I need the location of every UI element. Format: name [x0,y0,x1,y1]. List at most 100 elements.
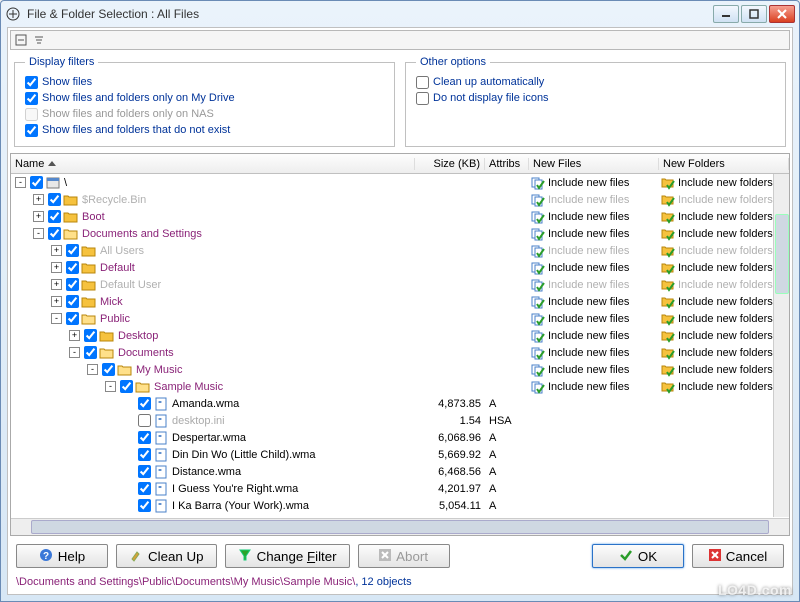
tree-body[interactable]: -\Include new filesInclude new folders+$… [11,174,789,518]
tree-row[interactable]: Distance.wma6,468.56A [11,463,789,480]
tree-row[interactable]: Din Din Wo (Little Child).wma5,669.92A [11,446,789,463]
newfolders-cell[interactable]: Include new folders [659,244,789,258]
tree-row[interactable]: +BootInclude new filesInclude new folder… [11,208,789,225]
scrollbar-horizontal[interactable] [11,518,789,535]
tree-row[interactable]: +All UsersInclude new filesInclude new f… [11,242,789,259]
tree-row[interactable]: -\Include new filesInclude new folders [11,174,789,191]
tree-row[interactable]: +$Recycle.BinInclude new filesInclude ne… [11,191,789,208]
tree-row[interactable]: -PublicInclude new filesInclude new fold… [11,310,789,327]
select-checkbox[interactable] [102,363,115,376]
expander-icon[interactable]: + [51,296,62,307]
expander-icon[interactable]: + [51,245,62,256]
newfolders-cell[interactable]: Include new folders [659,312,789,326]
show-files-checkbox[interactable]: Show files [25,74,384,90]
expander-icon[interactable]: - [51,313,62,324]
close-button[interactable] [769,5,795,23]
tree-row[interactable]: -DocumentsInclude new filesInclude new f… [11,344,789,361]
select-checkbox[interactable] [120,380,133,393]
newfiles-cell[interactable]: Include new files [529,363,659,377]
col-newfiles[interactable]: New Files [529,158,659,170]
expander-icon[interactable]: + [51,262,62,273]
filter-toggle-icon[interactable] [33,34,45,46]
newfolders-cell[interactable]: Include new folders [659,176,789,190]
expander-icon[interactable]: - [33,228,44,239]
show-mydrive-checkbox[interactable]: Show files and folders only on My Drive [25,90,384,106]
tree-row[interactable]: +MickInclude new filesInclude new folder… [11,293,789,310]
tree-row[interactable]: -Sample MusicInclude new filesInclude ne… [11,378,789,395]
tree-row[interactable]: +DesktopInclude new filesInclude new fol… [11,327,789,344]
newfiles-cell[interactable]: Include new files [529,329,659,343]
newfiles-cell[interactable]: Include new files [529,227,659,241]
ok-button[interactable]: OK [592,544,684,568]
select-checkbox[interactable] [84,329,97,342]
newfolders-cell[interactable]: Include new folders [659,261,789,275]
change-filter-button[interactable]: Change Filter [225,544,350,568]
cancel-button[interactable]: Cancel [692,544,784,568]
tree-row[interactable]: -My MusicInclude new filesInclude new fo… [11,361,789,378]
collapse-all-icon[interactable] [15,34,27,46]
newfiles-cell[interactable]: Include new files [529,380,659,394]
newfolders-cell[interactable]: Include new folders [659,346,789,360]
tree-row[interactable]: I Guess You're Right.wma4,201.97A [11,480,789,497]
expander-icon[interactable]: - [87,364,98,375]
select-checkbox[interactable] [66,244,79,257]
select-checkbox[interactable] [138,482,151,495]
newfiles-cell[interactable]: Include new files [529,176,659,190]
select-checkbox[interactable] [48,210,61,223]
cleanup-button[interactable]: Clean Up [116,544,217,568]
expander-icon[interactable]: - [15,177,26,188]
scrollbar-vertical[interactable] [773,174,789,517]
select-checkbox[interactable] [138,465,151,478]
newfolders-cell[interactable]: Include new folders [659,363,789,377]
select-checkbox[interactable] [48,193,61,206]
select-checkbox[interactable] [66,261,79,274]
select-checkbox[interactable] [66,295,79,308]
help-button[interactable]: ?Help [16,544,108,568]
newfolders-cell[interactable]: Include new folders [659,380,789,394]
select-checkbox[interactable] [138,414,151,427]
cleanup-auto-checkbox[interactable]: Clean up automatically [416,74,775,90]
select-checkbox[interactable] [66,278,79,291]
newfiles-cell[interactable]: Include new files [529,261,659,275]
col-name[interactable]: Name [11,158,415,170]
col-size[interactable]: Size (KB) [415,158,485,170]
newfiles-cell[interactable]: Include new files [529,295,659,309]
expander-icon[interactable]: + [51,279,62,290]
tree-row[interactable]: I Ka Barra (Your Work).wma5,054.11A [11,497,789,514]
select-checkbox[interactable] [48,227,61,240]
select-checkbox[interactable] [138,448,151,461]
col-newfolders[interactable]: New Folders [659,158,789,170]
scrollbar-hthumb[interactable] [31,520,769,534]
tree-row[interactable]: -Documents and SettingsInclude new files… [11,225,789,242]
scrollbar-thumb[interactable] [775,214,789,294]
newfiles-cell[interactable]: Include new files [529,312,659,326]
newfolders-cell[interactable]: Include new folders [659,193,789,207]
col-attribs[interactable]: Attribs [485,158,529,170]
newfolders-cell[interactable]: Include new folders [659,210,789,224]
maximize-button[interactable] [741,5,767,23]
expander-icon[interactable]: + [33,211,44,222]
tree-row[interactable]: +Default UserInclude new filesInclude ne… [11,276,789,293]
newfiles-cell[interactable]: Include new files [529,346,659,360]
newfiles-cell[interactable]: Include new files [529,278,659,292]
tree-row[interactable]: desktop.ini1.54HSA [11,412,789,429]
tree-row[interactable]: Amanda.wma4,873.85A [11,395,789,412]
expander-icon[interactable]: - [105,381,116,392]
newfolders-cell[interactable]: Include new folders [659,329,789,343]
titlebar[interactable]: File & Folder Selection : All Files [1,1,799,27]
select-checkbox[interactable] [138,499,151,512]
newfiles-cell[interactable]: Include new files [529,193,659,207]
select-checkbox[interactable] [138,397,151,410]
expander-icon[interactable]: - [69,347,80,358]
select-checkbox[interactable] [66,312,79,325]
select-checkbox[interactable] [138,431,151,444]
newfiles-cell[interactable]: Include new files [529,210,659,224]
newfolders-cell[interactable]: Include new folders [659,295,789,309]
newfiles-cell[interactable]: Include new files [529,244,659,258]
minimize-button[interactable] [713,5,739,23]
no-icons-checkbox[interactable]: Do not display file icons [416,90,775,106]
tree-row[interactable]: +DefaultInclude new filesInclude new fol… [11,259,789,276]
select-checkbox[interactable] [30,176,43,189]
newfolders-cell[interactable]: Include new folders [659,278,789,292]
select-checkbox[interactable] [84,346,97,359]
